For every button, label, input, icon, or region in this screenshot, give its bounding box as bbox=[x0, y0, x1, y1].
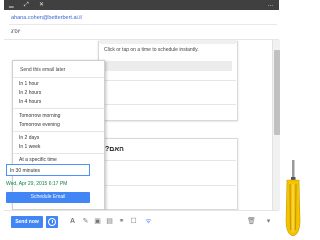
wifi-icon[interactable]: ᯤ bbox=[144, 217, 153, 226]
send-later-button[interactable] bbox=[46, 216, 58, 228]
text-color-icon[interactable]: A bbox=[68, 217, 77, 226]
schedule-email-button[interactable]: Schedule Email bbox=[6, 192, 90, 203]
calendar-card bbox=[98, 41, 238, 121]
close-icon[interactable]: ✕ bbox=[39, 1, 44, 9]
header-divider bbox=[9, 24, 277, 25]
minimize-icon[interactable]: ▁ bbox=[9, 1, 14, 9]
option-tomorrow-morning[interactable]: Tomorrow morning bbox=[19, 113, 60, 119]
specific-time-value[interactable]: In 30 minutes bbox=[10, 168, 40, 174]
card-time-slot[interactable] bbox=[99, 61, 232, 71]
send-later-popup: Send this email later In 1 hour In 2 hou… bbox=[12, 60, 105, 210]
handle-groove bbox=[294, 183, 297, 231]
option-1-week[interactable]: In 1 week bbox=[19, 144, 40, 150]
card-divider bbox=[99, 80, 236, 81]
more-icon[interactable]: ▾ bbox=[264, 217, 273, 226]
image-icon[interactable]: ▣ bbox=[93, 217, 102, 226]
specific-time-input[interactable]: In 30 minutes bbox=[6, 164, 90, 176]
popup-divider bbox=[13, 77, 104, 78]
attach-icon[interactable]: ✎ bbox=[81, 217, 90, 226]
screwdriver-illustration bbox=[285, 160, 301, 237]
card-heading-bar bbox=[100, 40, 236, 44]
window-title: ... bbox=[267, 2, 273, 8]
clock-hand bbox=[51, 220, 53, 223]
screwdriver-shaft bbox=[292, 160, 295, 178]
card2-heading: ?האם bbox=[105, 146, 124, 153]
card-instruction-text: Click or tap on a time to schedule insta… bbox=[104, 47, 199, 53]
handle-groove bbox=[289, 183, 292, 231]
from-email[interactable]: ahana.cohen@betterbert.ai.il bbox=[11, 15, 82, 21]
card-divider bbox=[99, 185, 236, 186]
popup-divider bbox=[13, 153, 104, 154]
option-2-hours[interactable]: In 2 hours bbox=[19, 90, 41, 96]
scroll-thumb[interactable] bbox=[274, 50, 280, 135]
subject-field[interactable]: יופ'ג bbox=[11, 29, 21, 35]
trash-icon[interactable]: 🗑 bbox=[247, 217, 256, 226]
send-now-button[interactable]: Send now bbox=[11, 216, 43, 228]
specific-time-label: At a specific time bbox=[19, 157, 57, 163]
option-4-hours[interactable]: In 4 hours bbox=[19, 99, 41, 105]
card-divider bbox=[99, 104, 236, 105]
link-icon[interactable]: ▤ bbox=[105, 217, 114, 226]
emoji-icon[interactable]: ⚭ bbox=[117, 217, 126, 226]
card-divider bbox=[99, 160, 236, 161]
parsed-datetime: Wed, Apr 29, 2015 6:17 PM bbox=[6, 181, 68, 187]
option-2-days[interactable]: In 2 days bbox=[19, 135, 39, 141]
compose-toolbar: Send now A ✎ ▣ ▤ ⚭ ☐ ᯤ 🗑 ▾ bbox=[4, 210, 279, 232]
compose-header: ahana.cohen@betterbert.ai.il יופ'ג bbox=[4, 10, 279, 40]
expand-icon[interactable]: ⤢ bbox=[24, 1, 29, 9]
popup-divider bbox=[13, 108, 104, 109]
drive-icon[interactable]: ☐ bbox=[129, 217, 138, 226]
compose-title-bar: ▁ ⤢ ✕ ... bbox=[4, 0, 279, 10]
option-tomorrow-evening[interactable]: Tomorrow evening bbox=[19, 122, 60, 128]
option-1-hour[interactable]: In 1 hour bbox=[19, 81, 39, 87]
popup-title: Send this email later bbox=[20, 67, 66, 73]
popup-divider bbox=[13, 131, 104, 132]
